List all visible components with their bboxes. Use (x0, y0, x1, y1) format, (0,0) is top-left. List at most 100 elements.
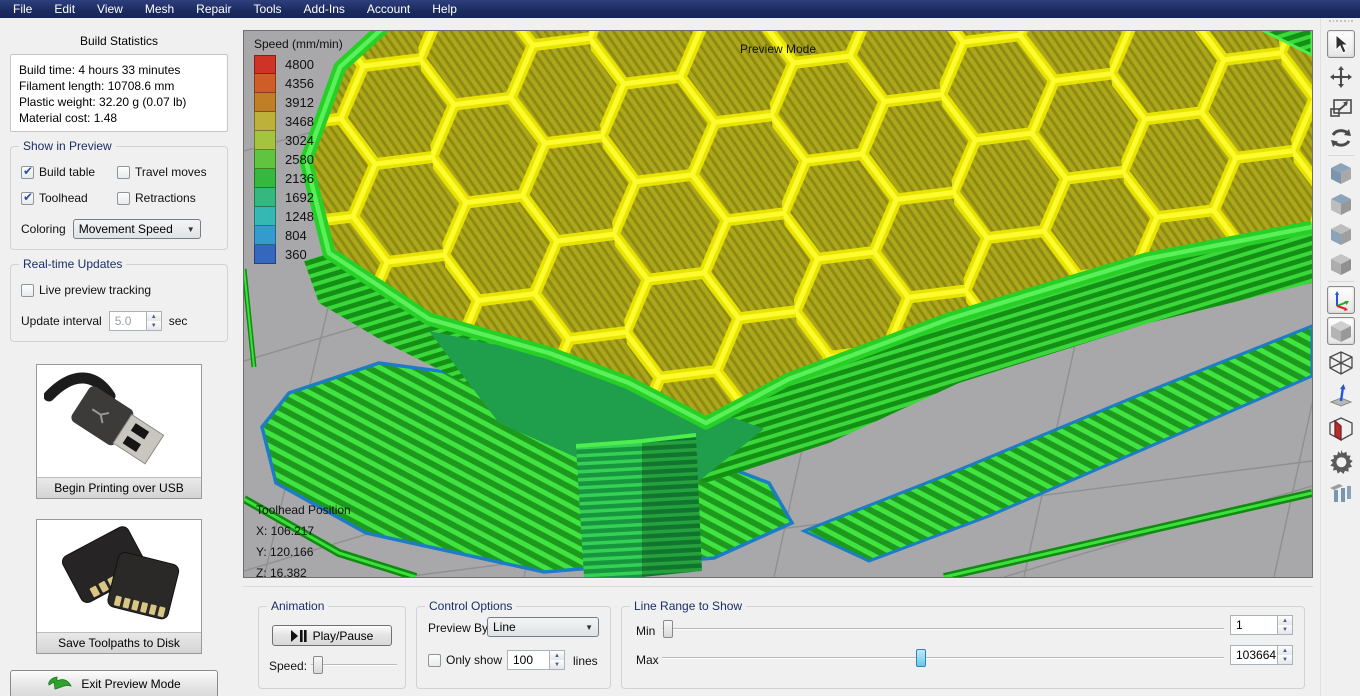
control-options-group: Control Options Preview By Line ▼ ✔ Only… (416, 606, 611, 689)
checkbox-box[interactable]: ✔ (117, 166, 130, 179)
spin-down-icon[interactable]: ▼ (1278, 655, 1292, 664)
stat-build-time: Build time: 4 hours 33 minutes (19, 62, 219, 78)
legend-value: 3024 (285, 133, 314, 148)
min-slider[interactable] (662, 619, 1224, 639)
min-slider-handle[interactable] (663, 620, 673, 638)
spin-down-icon[interactable]: ▼ (1278, 625, 1292, 634)
only-show-spinner[interactable]: 100 ▲▼ (507, 650, 565, 670)
toolhead-position: Toolhead Position X: 106.217 Y: 120.166 … (256, 503, 351, 578)
update-interval-spinner[interactable]: 5.0 ▲▼ (109, 311, 162, 331)
view-cube-top-icon[interactable] (1327, 159, 1355, 187)
slider-track[interactable] (311, 664, 397, 666)
spin-down-icon[interactable]: ▼ (147, 321, 161, 330)
save-toolpaths-button[interactable]: Save Toolpaths to Disk (36, 519, 202, 654)
checkbox-live-preview-tracking[interactable]: ✔ Live preview tracking (21, 283, 217, 297)
coloring-dropdown[interactable]: Movement Speed ▼ (73, 219, 201, 239)
menu-edit[interactable]: Edit (43, 1, 86, 17)
menu-account[interactable]: Account (356, 1, 421, 17)
max-slider-handle[interactable] (916, 649, 926, 667)
select-cursor-icon[interactable] (1327, 30, 1355, 58)
settings-gear-icon[interactable] (1327, 448, 1355, 476)
view-cube-front-icon[interactable] (1327, 190, 1355, 218)
preview-by-value: Line (493, 620, 516, 634)
menu-view[interactable]: View (86, 1, 134, 17)
sd-cards-image (37, 520, 201, 632)
max-slider[interactable] (662, 648, 1224, 668)
max-label: Max (636, 653, 659, 667)
checkbox-label: Live preview tracking (39, 283, 151, 297)
legend-value: 4800 (285, 57, 314, 72)
sd-button-caption[interactable]: Save Toolpaths to Disk (37, 632, 201, 653)
view-cube-side-icon[interactable] (1327, 220, 1355, 248)
check-icon: ✔ (23, 164, 33, 178)
exit-preview-mode-button[interactable]: Exit Preview Mode (10, 670, 218, 696)
build-statistics-box: Build time: 4 hours 33 minutes Filament … (10, 54, 228, 132)
checkbox-box[interactable]: ✔ (21, 284, 34, 297)
max-value-spinner[interactable]: 103664 ▲▼ (1230, 645, 1293, 665)
min-value[interactable]: 1 (1230, 615, 1278, 635)
menu-tools[interactable]: Tools (243, 1, 293, 17)
menu-file[interactable]: File (2, 1, 43, 17)
play-pause-button[interactable]: Play/Pause (272, 625, 392, 646)
checkbox-box[interactable]: ✔ (428, 654, 441, 667)
checkbox-box[interactable]: ✔ (117, 192, 130, 205)
checkbox-box[interactable]: ✔ (21, 166, 34, 179)
pan-move-icon[interactable] (1327, 63, 1355, 91)
surface-normals-icon[interactable] (1327, 382, 1355, 410)
coordinate-axes-icon[interactable] (1327, 286, 1355, 314)
legend-value: 1692 (285, 190, 314, 205)
checkbox-box[interactable]: ✔ (21, 192, 34, 205)
slider-track[interactable] (662, 657, 1224, 659)
max-value[interactable]: 103664 (1230, 645, 1278, 665)
menu-addins[interactable]: Add-Ins (293, 1, 356, 17)
update-interval-value[interactable]: 5.0 (109, 311, 147, 331)
view-cube-iso-icon[interactable] (1327, 250, 1355, 278)
checkbox-only-show[interactable]: ✔ Only show (428, 653, 502, 667)
left-panel: Build Statistics Build time: 4 hours 33 … (8, 26, 230, 692)
animation-title: Animation (267, 599, 328, 613)
scale-object-icon[interactable] (1327, 94, 1355, 122)
cross-section-icon[interactable] (1327, 415, 1355, 443)
speed-slider[interactable] (311, 655, 397, 675)
spin-up-icon[interactable]: ▲ (1278, 616, 1292, 625)
pedestal (576, 435, 702, 577)
checkbox-toolhead[interactable]: ✔ Toolhead (21, 191, 117, 205)
spin-up-icon[interactable]: ▲ (1278, 646, 1292, 655)
legend-swatch (254, 74, 276, 93)
spin-up-icon[interactable]: ▲ (550, 651, 564, 660)
speed-slider-handle[interactable] (313, 656, 323, 674)
legend-swatch (254, 131, 276, 150)
spin-up-icon[interactable]: ▲ (147, 312, 161, 321)
checkbox-retractions[interactable]: ✔ Retractions (117, 191, 217, 205)
checkbox-build-table[interactable]: ✔ Build table (21, 165, 117, 179)
legend-swatch (254, 93, 276, 112)
preview-by-dropdown[interactable]: Line ▼ (487, 617, 599, 637)
begin-printing-usb-button[interactable]: Begin Printing over USB (36, 364, 202, 499)
stat-material-cost: Material cost: 1.48 (19, 110, 219, 126)
menu-mesh[interactable]: Mesh (134, 1, 185, 17)
only-show-value[interactable]: 100 (507, 650, 550, 670)
preview-by-label: Preview By (428, 621, 488, 635)
playback-panel: Animation Play/Pause Speed: Control Opti… (243, 586, 1313, 696)
toolbar-grip-handle[interactable] (1329, 20, 1353, 25)
menu-help[interactable]: Help (421, 1, 468, 17)
update-interval-unit: sec (169, 314, 188, 328)
usb-button-caption[interactable]: Begin Printing over USB (37, 477, 201, 498)
lines-label: lines (573, 654, 598, 668)
preview-3d-viewport[interactable]: Speed (mm/min) 4800 4356 3912 3468 3024 … (243, 30, 1313, 578)
spin-down-icon[interactable]: ▼ (550, 660, 564, 669)
simplify3d-window: File Edit View Mesh Repair Tools Add-Ins… (0, 0, 1360, 696)
supports-icon[interactable] (1327, 479, 1355, 507)
wireframe-model-icon[interactable] (1327, 349, 1355, 377)
legend-value: 2580 (285, 152, 314, 167)
view-toolbar (1320, 18, 1360, 696)
solid-model-icon[interactable] (1327, 317, 1355, 345)
menu-repair[interactable]: Repair (185, 1, 242, 17)
min-value-spinner[interactable]: 1 ▲▼ (1230, 615, 1293, 635)
speed-label: Speed: (269, 659, 307, 673)
rotate-view-icon[interactable] (1327, 124, 1355, 152)
legend-swatch (254, 226, 276, 245)
checkbox-travel-moves[interactable]: ✔ Travel moves (117, 165, 217, 179)
legend-swatch (254, 55, 276, 74)
slider-track[interactable] (662, 628, 1224, 630)
